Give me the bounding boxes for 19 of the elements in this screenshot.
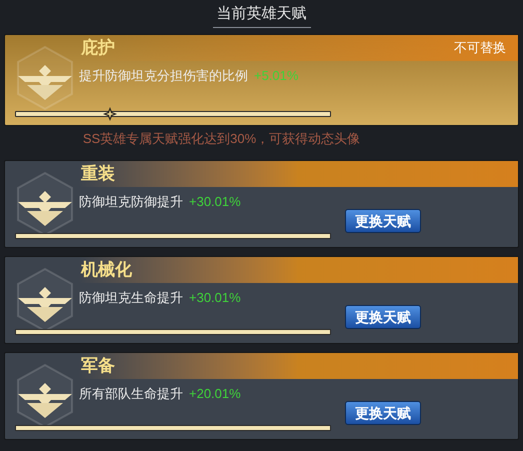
emblem-icon <box>15 45 75 111</box>
change-talent-button[interactable]: 更换天赋 <box>345 401 421 425</box>
section-title: 当前英雄天赋 <box>212 2 310 28</box>
talent-description: 防御坦克防御提升 <box>79 193 183 212</box>
talent-name: 军备 <box>80 355 115 378</box>
hint-text: SS英雄专属天赋强化达到30%，可获得动态头像 <box>82 130 360 148</box>
change-talent-button[interactable]: 更换天赋 <box>345 305 421 329</box>
not-replaceable-label: 不可替换 <box>454 39 506 58</box>
talent-description: 提升防御坦克分担伤害的比例 <box>79 67 248 86</box>
talent-description: 所有部队生命提升 <box>79 385 183 404</box>
bonus-value: +30.01% <box>189 193 241 212</box>
bonus-value: +30.01% <box>189 289 241 308</box>
talent-description: 防御坦克生命提升 <box>79 289 183 308</box>
bonus-value: +5.01% <box>254 67 298 86</box>
talent-name: 庇护 <box>80 37 115 60</box>
bonus-value: +20.01% <box>189 385 241 404</box>
talent-name: 机械化 <box>80 259 132 282</box>
talent-name: 重装 <box>80 163 115 186</box>
change-talent-button[interactable]: 更换天赋 <box>345 209 421 233</box>
